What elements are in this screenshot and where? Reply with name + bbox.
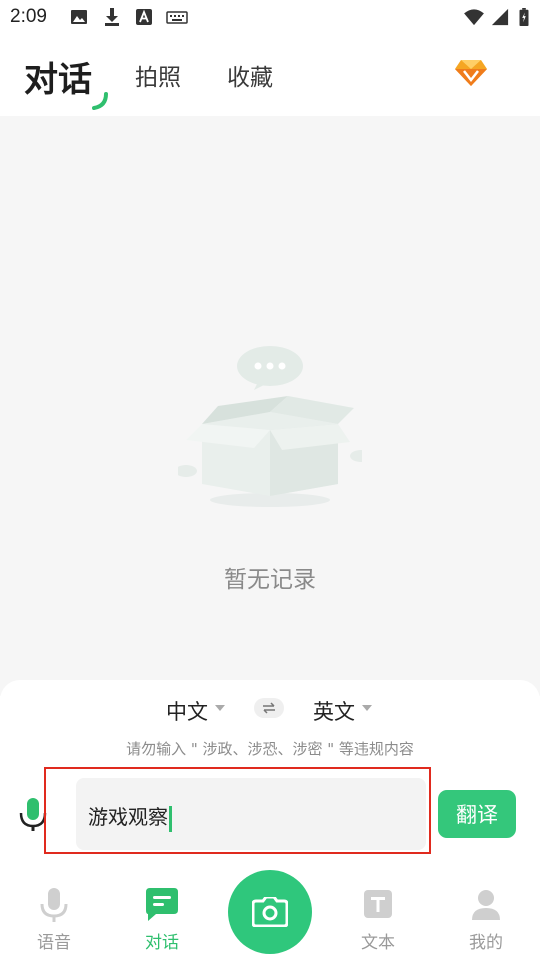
signal-icon: [491, 8, 509, 26]
tab-photo[interactable]: 拍照: [135, 58, 181, 92]
empty-text: 暂无记录: [224, 567, 316, 593]
nav-label-voice: 语音: [37, 933, 71, 953]
nav-label-text: 文本: [361, 933, 395, 953]
battery-icon: [519, 8, 529, 26]
camera-button[interactable]: [228, 870, 312, 954]
swap-language-button[interactable]: [254, 698, 284, 718]
input-highlight-box: [44, 767, 431, 854]
image-icon: [71, 10, 87, 24]
target-language-select[interactable]: 英文: [313, 696, 355, 726]
nav-item-dialog[interactable]: 对话: [122, 888, 202, 953]
nav-item-profile[interactable]: 我的: [446, 888, 526, 953]
content-warning: 请勿输入 " 涉政、涉恐、涉密 " 等违规内容: [126, 740, 414, 758]
profile-icon: [472, 890, 500, 920]
text-icon: [364, 890, 392, 918]
translate-button[interactable]: 翻译: [438, 790, 516, 838]
chat-icon: [146, 888, 178, 921]
tab-dialog[interactable]: 对话: [24, 52, 92, 101]
tab-indicator: [92, 92, 108, 110]
nav-label-profile: 我的: [469, 933, 503, 953]
camera-icon: [252, 897, 288, 927]
mic-icon: [40, 888, 68, 922]
input-panel: 中文 英文 请勿输入 " 涉政、涉恐、涉密 " 等违规内容 游戏观察 翻译: [0, 680, 540, 872]
source-language-select[interactable]: 中文: [166, 696, 208, 726]
bottom-nav: 语音 对话 文本 我的: [0, 870, 540, 960]
chevron-down-icon: [215, 705, 225, 711]
status-bar: 2:09: [0, 0, 540, 36]
tab-favorites[interactable]: 收藏: [227, 58, 273, 92]
nav-item-voice[interactable]: 语音: [14, 888, 94, 953]
swap-icon: [263, 702, 275, 714]
status-time: 2:09: [10, 6, 47, 27]
keyboard-icon: [166, 11, 188, 24]
download-icon: [105, 8, 119, 26]
wifi-icon: [464, 9, 484, 26]
nav-item-text[interactable]: 文本: [338, 888, 418, 953]
nav-label-dialog: 对话: [145, 933, 179, 953]
font-icon: [136, 9, 152, 25]
diamond-icon[interactable]: [454, 58, 488, 88]
header: 对话 拍照 收藏: [0, 36, 540, 116]
chevron-down-icon: [362, 705, 372, 711]
empty-box-icon: [178, 346, 362, 507]
conversation-area: 暂无记录: [0, 116, 540, 696]
